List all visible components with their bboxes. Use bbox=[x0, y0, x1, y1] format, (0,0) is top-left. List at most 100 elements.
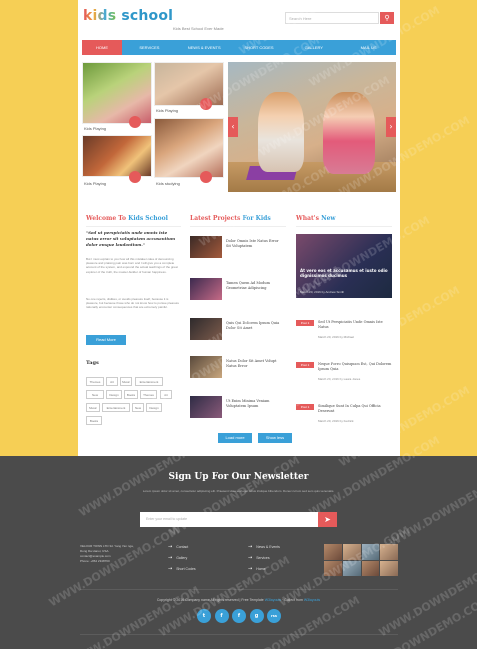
project-item[interactable]: Quis Qui Dolorem Ipsum Quia Dolor Sit Am… bbox=[190, 318, 280, 342]
nav-news-events[interactable]: NEWS & EVENTS bbox=[177, 40, 232, 55]
projects-heading: Latest Projects For Kids bbox=[190, 215, 271, 222]
footer-link-news-events[interactable]: → News & Events bbox=[248, 544, 280, 550]
tag-item[interactable]: Books bbox=[124, 390, 138, 399]
welcome-divider bbox=[86, 226, 181, 227]
thumb-kids-playing-2[interactable] bbox=[154, 62, 224, 106]
nav-services[interactable]: SERVICES bbox=[122, 40, 177, 55]
thumb-kids-playing-1[interactable] bbox=[82, 62, 152, 124]
tag-item[interactable]: New bbox=[132, 403, 144, 412]
welcome-paragraph-1: But I must explain to you how all this m… bbox=[86, 257, 178, 274]
google-icon[interactable]: g bbox=[249, 609, 264, 623]
news-meta: March 20, 2016 by Laura Jones bbox=[318, 377, 361, 381]
thumb-2-badge bbox=[200, 98, 212, 110]
newsletter-send-button[interactable]: ➤ bbox=[318, 512, 337, 527]
footer-divider-bottom bbox=[80, 634, 398, 635]
gallery-thumb[interactable] bbox=[324, 544, 342, 560]
gallery-thumb[interactable] bbox=[380, 560, 398, 576]
news-title: Similique Sunt In Culpa Qui Officia Dese… bbox=[318, 404, 381, 413]
gallery-thumb[interactable] bbox=[342, 544, 361, 560]
rss-icon[interactable]: rss bbox=[267, 609, 281, 623]
page-container: kids school Kids Best School Ever Made S… bbox=[78, 0, 400, 456]
news-meta: March 20, 2016 by Fedrick bbox=[318, 419, 354, 423]
featured-post-meta: March 20, 2016 by Andrew Smith bbox=[300, 290, 345, 294]
footer-link-gallery[interactable]: → Gallery bbox=[168, 555, 187, 561]
copyright-link[interactable]: W3layouts bbox=[265, 598, 281, 602]
news-item[interactable]: Post 1 Similique Sunt In Culpa Qui Offici… bbox=[296, 404, 392, 444]
project-thumb bbox=[190, 318, 222, 340]
thumb-4-badge bbox=[200, 171, 212, 183]
slider-next-button[interactable]: › bbox=[386, 117, 396, 137]
arrow-right-icon: → bbox=[168, 566, 173, 572]
footer-link-services[interactable]: → Services bbox=[248, 555, 270, 561]
featured-post-title: At vero eos et accusamus et iusto odio d… bbox=[300, 268, 388, 278]
thumb-3-caption: Kids Playing bbox=[84, 181, 107, 186]
slider-prev-button[interactable]: ‹ bbox=[228, 117, 238, 137]
copyright-link-2[interactable]: W3layouts bbox=[304, 598, 320, 602]
footer-link-label: News & Events bbox=[256, 545, 280, 549]
flickr-icon[interactable]: f bbox=[232, 609, 246, 623]
tag-item[interactable]: Themes bbox=[86, 377, 104, 386]
tag-item[interactable]: Books bbox=[86, 416, 102, 425]
copyright-text: Copyright © 2016 Company name All rights… bbox=[156, 598, 264, 602]
tag-item[interactable]: Art bbox=[106, 377, 118, 386]
arrow-right-icon: → bbox=[168, 544, 173, 550]
footer-link-home[interactable]: → Home bbox=[248, 566, 266, 572]
hero-slider bbox=[228, 62, 396, 192]
project-item[interactable]: Dolor Omnis Iste Natus Error Sit Volupta… bbox=[190, 236, 280, 260]
chevron-right-icon: › bbox=[389, 122, 393, 131]
projects-heading-a: Latest Projects bbox=[190, 215, 241, 222]
gallery-thumb[interactable] bbox=[361, 544, 380, 560]
featured-post[interactable]: At vero eos et accusamus et iusto odio d… bbox=[296, 234, 392, 298]
project-item[interactable]: Tamen Quem Ad Modum Geometriae Adipiscin… bbox=[190, 278, 280, 302]
twitter-icon[interactable]: t bbox=[197, 609, 211, 623]
tag-item[interactable]: Entertainment bbox=[102, 403, 130, 412]
search-button[interactable]: ⚲ bbox=[380, 12, 394, 24]
footer-link-contact[interactable]: → Contact bbox=[168, 544, 188, 550]
logo-kids: kids bbox=[83, 8, 117, 24]
gallery-thumb[interactable] bbox=[342, 560, 361, 576]
nav-mail-us[interactable]: MAIL US bbox=[341, 40, 396, 55]
tag-item[interactable]: Design bbox=[146, 403, 162, 412]
footer-link-short-codes[interactable]: → Short Codes bbox=[168, 566, 196, 572]
site-logo[interactable]: kids school bbox=[83, 8, 173, 24]
footer-address: VELOUR TOWN LTD 3d. Yang Yan nga, Dong D… bbox=[80, 544, 160, 564]
footer-link-label: Home bbox=[256, 567, 266, 571]
footer-link-label: Services bbox=[256, 556, 270, 560]
footer-link-label: Short Codes bbox=[176, 567, 196, 571]
tag-item[interactable]: Design bbox=[106, 390, 122, 399]
news-item[interactable]: Post 1 Sed Ut Perspiciatis Unde Omnis Ist… bbox=[296, 320, 392, 360]
project-item[interactable]: Ut Enim Minima Veniam Voluptatem Ipsum bbox=[190, 396, 280, 420]
tag-item[interactable]: New bbox=[86, 390, 104, 399]
news-item[interactable]: Post 1 Neque Porro Quisquam Est, Qui Dolo… bbox=[296, 362, 392, 402]
thumb-kids-playing-3[interactable] bbox=[82, 135, 152, 177]
project-item[interactable]: Natus Dolor Sit Amet Volupt Natus Error bbox=[190, 356, 280, 380]
hero-child-2 bbox=[323, 92, 375, 174]
copyright: Copyright © 2016 Company name All rights… bbox=[0, 598, 477, 602]
thumb-kids-studying[interactable] bbox=[154, 118, 224, 178]
facebook-icon[interactable]: f bbox=[214, 609, 229, 623]
project-title: Quis Qui Dolorem Ipsum Quia Dolor Sit Am… bbox=[226, 321, 280, 330]
thumb-4-caption: Kids studying bbox=[156, 181, 180, 186]
tag-item[interactable]: Art bbox=[160, 390, 172, 399]
gallery-thumb[interactable] bbox=[361, 560, 380, 576]
nav-short-codes[interactable]: SHORT CODES bbox=[232, 40, 287, 55]
tag-item[interactable]: Music bbox=[120, 377, 132, 386]
show-less-button[interactable]: Show less bbox=[258, 433, 292, 443]
arrow-right-icon: → bbox=[168, 555, 173, 561]
post-badge: Post 1 bbox=[296, 362, 314, 368]
tag-item[interactable]: Music bbox=[86, 403, 100, 412]
tag-item[interactable]: Themes bbox=[140, 390, 157, 399]
nav-home[interactable]: HOME bbox=[82, 40, 122, 55]
newsletter-email-input[interactable]: Enter your email to update bbox=[140, 512, 318, 527]
read-more-button[interactable]: Read More bbox=[86, 335, 126, 345]
post-badge: Post 1 bbox=[296, 320, 314, 326]
tag-item[interactable]: Entertainment bbox=[135, 377, 163, 386]
search-input[interactable]: Search Here bbox=[285, 12, 379, 24]
project-title: Tamen Quem Ad Modum Geometriae Adipiscin… bbox=[226, 281, 270, 290]
gallery-thumb[interactable] bbox=[324, 560, 342, 576]
load-more-button[interactable]: Load more bbox=[218, 433, 252, 443]
gallery-thumb[interactable] bbox=[380, 544, 398, 560]
welcome-heading: Welcome To Kids School bbox=[86, 215, 168, 222]
project-thumb bbox=[190, 356, 222, 378]
nav-gallery[interactable]: GALLERY bbox=[286, 40, 341, 55]
